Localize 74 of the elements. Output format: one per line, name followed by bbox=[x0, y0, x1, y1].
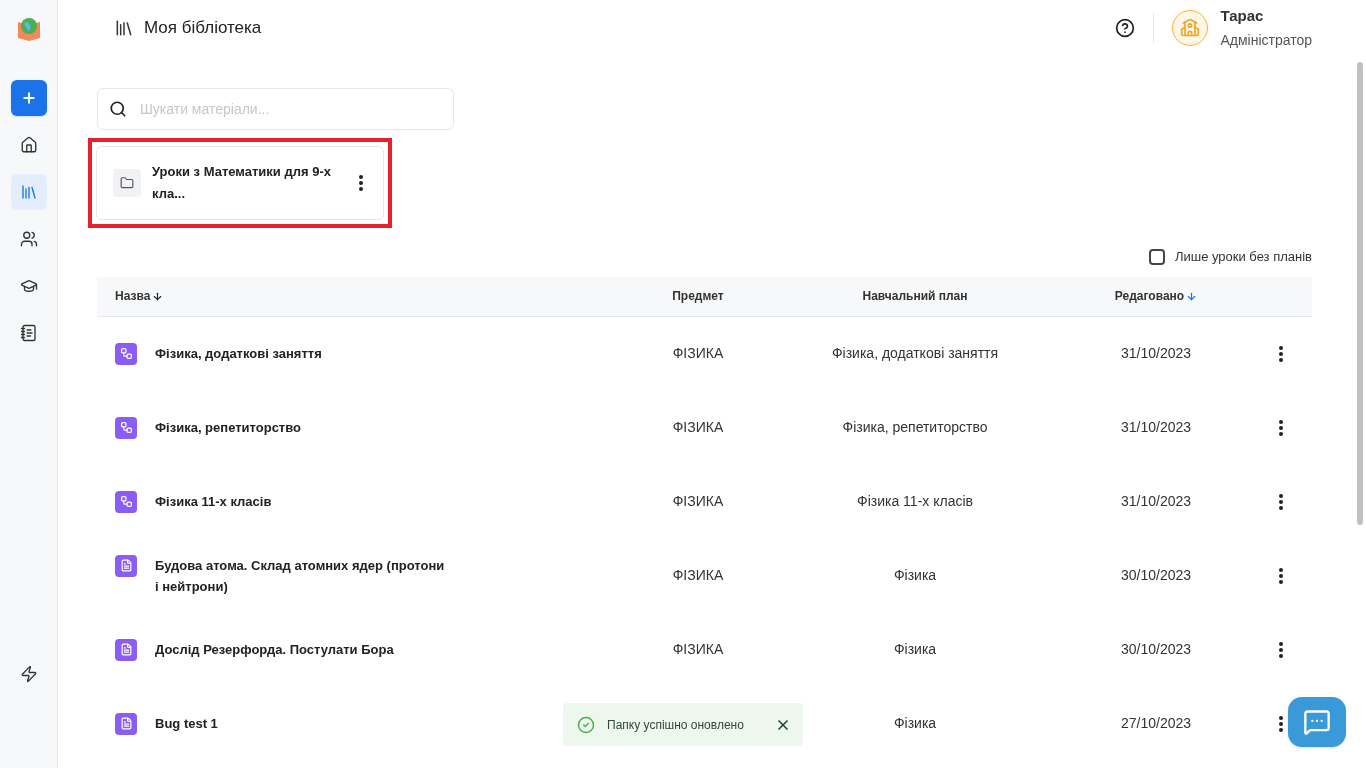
plan-cell-text: Фізика bbox=[893, 640, 937, 659]
more-icon bbox=[1279, 641, 1283, 658]
date-cell-text: 27/10/2023 bbox=[1119, 714, 1193, 733]
more-button[interactable] bbox=[1279, 641, 1283, 658]
page-title: Моя бібліотека bbox=[144, 17, 262, 40]
school-icon bbox=[1180, 18, 1201, 38]
chat-icon bbox=[1303, 708, 1331, 736]
document-icon bbox=[115, 554, 137, 577]
user-name: Тарас bbox=[1220, 6, 1265, 27]
column-header[interactable]: Редаговано bbox=[1062, 287, 1250, 305]
column-header[interactable]: Назва bbox=[97, 287, 628, 305]
subject-cell-text: ФІЗИКА bbox=[671, 566, 725, 585]
plan-cell-text: Фізика bbox=[893, 566, 937, 585]
filter-checkbox[interactable]: Лише уроки без планів bbox=[1148, 247, 1312, 267]
folder-icon bbox=[113, 169, 141, 197]
books-icon bbox=[114, 18, 134, 38]
column-header[interactable]: Навчальний план bbox=[768, 287, 1062, 305]
create-button[interactable] bbox=[10, 80, 47, 116]
item-name[interactable]: Будова атома. Склад атомних ядер (протони і нейтрони) bbox=[155, 554, 448, 597]
more-button[interactable] bbox=[1279, 493, 1283, 510]
more-button[interactable] bbox=[1279, 345, 1283, 362]
date-cell-text: 31/10/2023 bbox=[1119, 344, 1193, 363]
date-cell-text: 31/10/2023 bbox=[1119, 418, 1193, 437]
workflow-icon bbox=[115, 342, 137, 365]
help-button[interactable] bbox=[1115, 18, 1136, 38]
search-icon bbox=[109, 100, 127, 118]
item-name[interactable]: Дослід Резерфорда. Постулати Бора bbox=[155, 638, 394, 660]
document-icon bbox=[115, 712, 137, 735]
more-icon bbox=[359, 175, 363, 191]
chat-button[interactable] bbox=[1288, 697, 1346, 747]
more-icon bbox=[1279, 715, 1283, 732]
workflow-icon bbox=[115, 416, 137, 439]
filter-label: Лише уроки без планів bbox=[1174, 248, 1312, 266]
item-name[interactable]: Фізика 11-х класів bbox=[155, 490, 272, 512]
plan-cell-text: Фізика 11-х класів bbox=[857, 492, 973, 511]
plan-cell-text: Фізика bbox=[893, 714, 937, 733]
graduation-cap-icon bbox=[19, 277, 38, 295]
check-circle-icon bbox=[577, 715, 595, 734]
books-icon bbox=[19, 183, 38, 201]
home-icon bbox=[19, 136, 38, 154]
subject-cell-text: ФІЗИКА bbox=[671, 344, 725, 363]
plan-cell-text: Фізика, додаткові заняття bbox=[831, 344, 999, 363]
date-cell-text: 30/10/2023 bbox=[1119, 566, 1193, 585]
more-button[interactable] bbox=[1279, 419, 1283, 436]
lightning-icon bbox=[19, 665, 38, 683]
user-role: Адміністратор bbox=[1220, 30, 1312, 50]
subject-cell-text: ФІЗИКА bbox=[671, 492, 725, 511]
more-icon bbox=[1279, 493, 1283, 510]
column-header[interactable]: Предмет bbox=[628, 287, 768, 305]
item-name[interactable]: Фізика, репетиторство bbox=[155, 416, 301, 438]
folder-name: Уроки з Математики для 9-х кла... bbox=[152, 163, 332, 203]
more-button[interactable] bbox=[1279, 567, 1283, 584]
search-field[interactable]: Шукати матеріали... bbox=[97, 88, 454, 130]
date-cell-text: 30/10/2023 bbox=[1119, 640, 1193, 659]
subject-cell-text: ФІЗИКА bbox=[671, 640, 725, 659]
more-icon bbox=[1279, 419, 1283, 436]
date-cell-text: 31/10/2023 bbox=[1119, 492, 1193, 511]
more-button[interactable] bbox=[359, 175, 363, 191]
workflow-icon bbox=[115, 490, 137, 513]
scrollbar[interactable] bbox=[1357, 62, 1363, 525]
more-icon bbox=[1279, 345, 1283, 362]
more-icon bbox=[1279, 567, 1283, 584]
subject-cell-text: ФІЗИКА bbox=[671, 418, 725, 437]
more-button[interactable] bbox=[1279, 715, 1283, 732]
toast-message: Папку успішно оновлено bbox=[607, 716, 745, 734]
help-icon bbox=[1115, 18, 1136, 38]
plan-cell-text: Фізика, репетиторство bbox=[842, 418, 988, 437]
folder-card[interactable]: Уроки з Математики для 9-х кла... bbox=[96, 146, 384, 220]
document-icon bbox=[115, 638, 137, 661]
notebook-icon bbox=[19, 324, 38, 342]
users-icon bbox=[19, 230, 38, 248]
item-name[interactable]: Фізика, додаткові заняття bbox=[155, 342, 322, 364]
item-name[interactable]: Bug test 1 bbox=[155, 712, 218, 734]
plus-icon bbox=[20, 90, 37, 106]
